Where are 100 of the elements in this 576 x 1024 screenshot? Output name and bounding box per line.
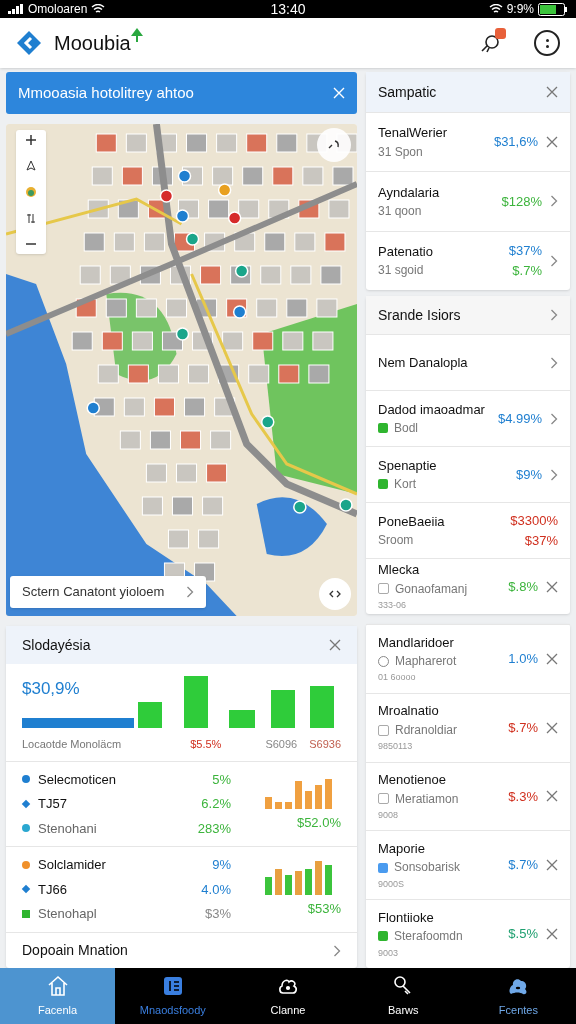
row-subtitle: Bodl bbox=[394, 421, 419, 436]
checkbox[interactable] bbox=[378, 793, 389, 805]
row-subtitle: Kort bbox=[394, 477, 416, 492]
signal-icon bbox=[8, 4, 24, 14]
wifi-icon bbox=[488, 4, 503, 14]
percent-value: $.7% bbox=[512, 262, 542, 279]
percent-value: $.3% bbox=[508, 788, 538, 805]
percent-value: $37% bbox=[524, 532, 558, 549]
percent-value: $128% bbox=[501, 193, 542, 210]
chevron-right-icon[interactable] bbox=[550, 195, 558, 208]
row-note: 9000S bbox=[378, 878, 406, 890]
battery-icon bbox=[538, 2, 568, 16]
percent-value: $3% bbox=[204, 905, 231, 923]
close-icon[interactable] bbox=[546, 928, 558, 941]
footer-text: Dopoain Mnation bbox=[22, 941, 129, 960]
percent-value: $.7% bbox=[508, 719, 538, 736]
row-subtitle: Meratiamon bbox=[395, 791, 459, 807]
percent-value: $37% bbox=[508, 243, 542, 259]
card-title: Srande Isiors bbox=[378, 305, 462, 325]
item-label: Stenohapl bbox=[38, 905, 97, 923]
chart-label: Locaotde Monoläcm bbox=[22, 737, 123, 752]
close-icon[interactable] bbox=[546, 652, 558, 665]
item-label: TJ66 bbox=[38, 880, 67, 899]
battery-percent: 9:9% bbox=[506, 1, 534, 18]
row-title: Menotienoe bbox=[378, 772, 447, 788]
close-icon[interactable] bbox=[546, 859, 558, 872]
item-label: Stenohani bbox=[38, 819, 97, 838]
row-subtitle: 31 sgoid bbox=[378, 263, 424, 278]
row-subtitle: Mapharerot bbox=[395, 654, 457, 669]
close-icon[interactable] bbox=[546, 136, 558, 149]
chevron-right-icon[interactable] bbox=[550, 412, 558, 425]
chart-caption: $53% bbox=[307, 899, 341, 918]
search-text: Sctern Canatont yioloem bbox=[22, 583, 166, 602]
percent-value: 5% bbox=[212, 770, 231, 789]
close-icon[interactable] bbox=[329, 639, 341, 651]
layers-icon[interactable] bbox=[25, 186, 37, 198]
tilt-icon[interactable] bbox=[25, 212, 37, 224]
chevron-right-icon[interactable] bbox=[333, 944, 341, 957]
row-subtitle: Sroom bbox=[378, 533, 414, 548]
tab-label: Fcentes bbox=[498, 1002, 538, 1018]
carrier-name: Omoloaren bbox=[28, 1, 88, 18]
item-label: TJ57 bbox=[38, 795, 67, 813]
card-title: Slodayésia bbox=[22, 635, 92, 655]
chevron-right-icon[interactable] bbox=[186, 586, 194, 598]
percent-value: $3300% bbox=[510, 512, 558, 529]
close-icon[interactable] bbox=[546, 86, 558, 98]
tab-label: Mnaodsfoody bbox=[139, 1002, 206, 1018]
arrows-icon bbox=[329, 588, 341, 600]
chart-bar bbox=[310, 686, 334, 728]
chevron-right-icon[interactable] bbox=[550, 309, 558, 321]
row-title: Spenaptie bbox=[378, 457, 438, 474]
tab-label: Barws bbox=[387, 1002, 419, 1018]
tab-label: Facenla bbox=[38, 1002, 78, 1018]
chart-caption: $52.0% bbox=[296, 814, 341, 832]
checkbox[interactable] bbox=[378, 583, 389, 595]
percent-value: $.5% bbox=[508, 926, 538, 942]
close-icon[interactable] bbox=[546, 721, 558, 734]
row-title: TenalWerier bbox=[378, 125, 449, 141]
row-title: Maporie bbox=[378, 840, 426, 857]
tab-label: Clanne bbox=[270, 1002, 306, 1018]
percent-value: 9% bbox=[212, 856, 231, 874]
banner-text: Mmooasia hotolitrey ahtoo bbox=[18, 82, 195, 103]
map-search-field[interactable]: Sctern Canatont yioloem bbox=[10, 576, 206, 608]
row-title: Mandlaridoer bbox=[378, 634, 455, 651]
app-logo-icon bbox=[16, 30, 42, 56]
arrow-up-icon bbox=[130, 28, 143, 42]
row-note: 9003 bbox=[378, 947, 400, 959]
row-title: PoneBaeiia bbox=[378, 513, 446, 530]
chart-label: $5.5% bbox=[190, 737, 222, 752]
footer-link[interactable]: Dopoain Mnation bbox=[6, 932, 357, 969]
chart-bar bbox=[271, 690, 295, 728]
chat-icon bbox=[480, 32, 502, 54]
row-note: 01 6oooo bbox=[378, 672, 417, 684]
plus-icon[interactable] bbox=[25, 134, 37, 146]
row-title: Ayndalaria bbox=[378, 184, 441, 201]
percent-value: 283% bbox=[197, 819, 231, 838]
card-title: Sampatic bbox=[378, 82, 438, 102]
checkbox[interactable] bbox=[378, 724, 389, 736]
percent-value: $4.99% bbox=[497, 410, 542, 427]
chart-bar bbox=[138, 702, 162, 728]
chart-bar bbox=[229, 710, 255, 728]
chevron-right-icon[interactable] bbox=[550, 356, 558, 369]
item-label: Selecmoticen bbox=[38, 770, 117, 789]
compass-icon[interactable] bbox=[25, 160, 37, 172]
row-subtitle: Sonsobarisk bbox=[394, 860, 461, 875]
row-title: Patenatio bbox=[378, 243, 434, 260]
close-icon[interactable] bbox=[546, 790, 558, 803]
row-title: Mroalnatio bbox=[378, 703, 440, 719]
percent-value: $.8% bbox=[508, 578, 538, 595]
row-note: 9008 bbox=[378, 810, 400, 821]
chevron-right-icon[interactable] bbox=[550, 254, 558, 267]
item-label: Solclamider bbox=[38, 856, 106, 874]
close-icon[interactable] bbox=[546, 580, 558, 593]
app-title: Mooubia bbox=[54, 31, 131, 56]
radio-button[interactable] bbox=[378, 655, 389, 667]
more-button[interactable] bbox=[534, 30, 560, 56]
row-subtitle: Gonaofamanj bbox=[395, 581, 468, 597]
wifi-icon bbox=[91, 4, 106, 14]
clock-time: 13:40 bbox=[269, 0, 307, 19]
chevron-right-icon[interactable] bbox=[550, 468, 558, 481]
